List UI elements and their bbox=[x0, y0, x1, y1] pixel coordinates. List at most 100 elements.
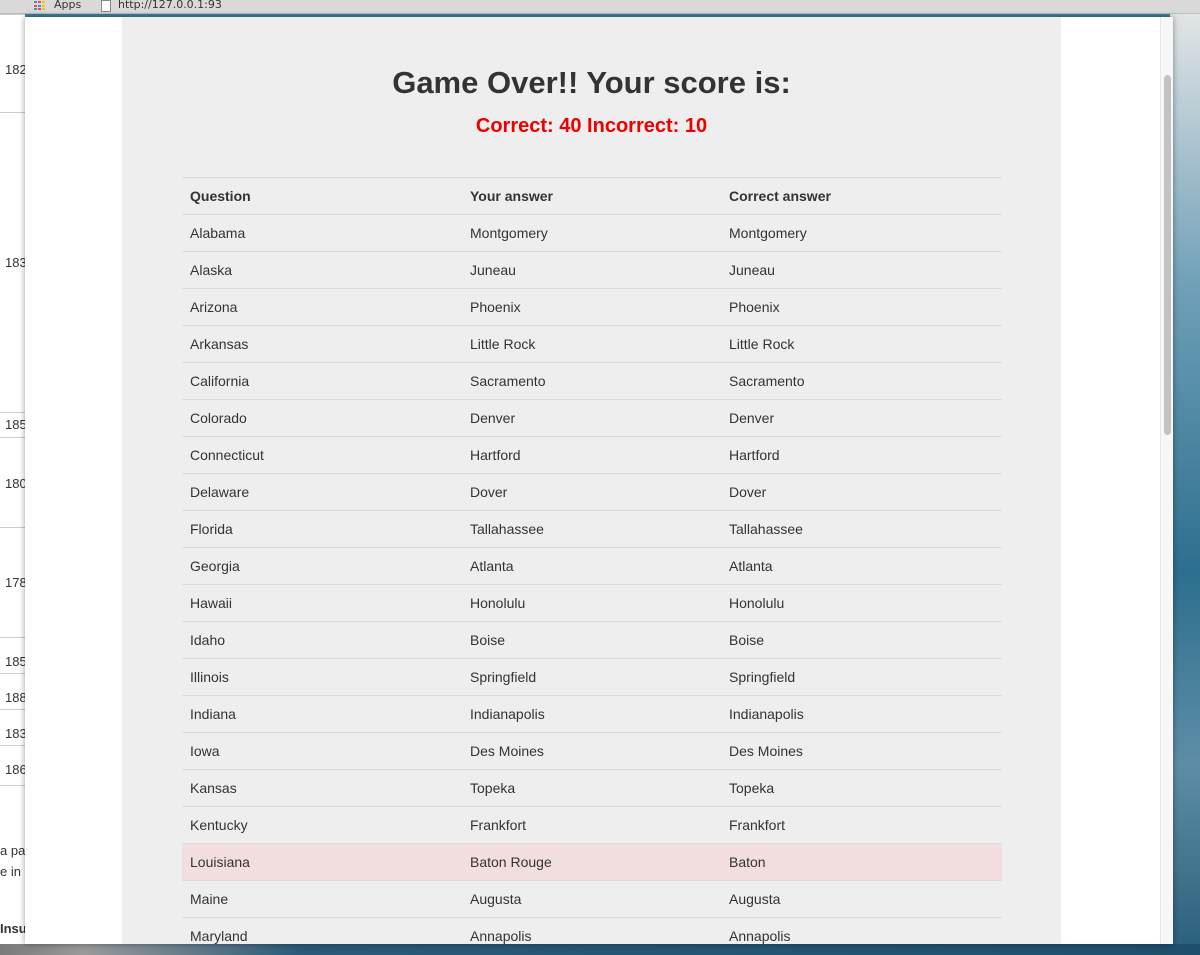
question-cell: Colorado bbox=[182, 399, 462, 437]
dock-edge bbox=[0, 944, 1200, 955]
your-answer-cell: Atlanta bbox=[462, 547, 721, 585]
table-row: Idaho Boise Boise bbox=[182, 621, 1002, 659]
background-row: 180 bbox=[0, 437, 27, 528]
background-row: 178 bbox=[0, 527, 27, 638]
question-cell: Illinois bbox=[182, 658, 462, 696]
apps-grid-icon[interactable] bbox=[34, 1, 46, 11]
your-answer-cell: Denver bbox=[462, 399, 721, 437]
table-row: Indiana Indianapolis Indianapolis bbox=[182, 695, 1002, 733]
column-header-correct-answer: Correct answer bbox=[721, 177, 1002, 215]
table-row: Louisiana Baton Rouge Baton bbox=[182, 843, 1002, 881]
correct-answer-cell: Denver bbox=[721, 399, 1002, 437]
background-row: 185 bbox=[0, 412, 27, 438]
question-cell: Alabama bbox=[182, 214, 462, 252]
table-row: Kentucky Frankfort Frankfort bbox=[182, 806, 1002, 844]
background-text: Insu bbox=[0, 921, 25, 936]
question-cell: Iowa bbox=[182, 732, 462, 770]
table-row: Connecticut Hartford Hartford bbox=[182, 436, 1002, 474]
background-text: e in bbox=[0, 864, 21, 879]
your-answer-cell: Frankfort bbox=[462, 806, 721, 844]
your-answer-cell: Annapolis bbox=[462, 917, 721, 944]
correct-answer-cell: Hartford bbox=[721, 436, 1002, 474]
scrollbar-thumb[interactable] bbox=[1164, 75, 1171, 435]
question-cell: Delaware bbox=[182, 473, 462, 511]
your-answer-cell: Des Moines bbox=[462, 732, 721, 770]
your-answer-cell: Augusta bbox=[462, 880, 721, 918]
background-row: 183 bbox=[0, 709, 27, 746]
correct-answer-cell: Indianapolis bbox=[721, 695, 1002, 733]
correct-answer-cell: Phoenix bbox=[721, 288, 1002, 326]
vertical-scrollbar[interactable] bbox=[1160, 17, 1173, 944]
your-answer-cell: Baton Rouge bbox=[462, 843, 721, 881]
question-cell: Arizona bbox=[182, 288, 462, 326]
correct-answer-cell: Boise bbox=[721, 621, 1002, 659]
table-row: Maine Augusta Augusta bbox=[182, 880, 1002, 918]
your-answer-cell: Little Rock bbox=[462, 325, 721, 363]
your-answer-cell: Boise bbox=[462, 621, 721, 659]
your-answer-cell: Indianapolis bbox=[462, 695, 721, 733]
apps-bookmark[interactable]: Apps bbox=[54, 0, 81, 11]
background-row: 185 bbox=[0, 637, 27, 674]
your-answer-cell: Springfield bbox=[462, 658, 721, 696]
game-over-modal: Game Over!! Your score is: Correct: 40 I… bbox=[25, 17, 1173, 944]
background-row: 188 bbox=[0, 673, 27, 710]
correct-answer-cell: Dover bbox=[721, 473, 1002, 511]
correct-answer-cell: Annapolis bbox=[721, 917, 1002, 944]
correct-answer-cell: Honolulu bbox=[721, 584, 1002, 622]
correct-answer-cell: Augusta bbox=[721, 880, 1002, 918]
correct-answer-cell: Montgomery bbox=[721, 214, 1002, 252]
question-cell: Alaska bbox=[182, 251, 462, 289]
correct-answer-cell: Tallahassee bbox=[721, 510, 1002, 548]
background-row bbox=[0, 785, 25, 787]
question-cell: California bbox=[182, 362, 462, 400]
your-answer-cell: Hartford bbox=[462, 436, 721, 474]
your-answer-cell: Juneau bbox=[462, 251, 721, 289]
table-row: Colorado Denver Denver bbox=[182, 399, 1002, 437]
your-answer-cell: Honolulu bbox=[462, 584, 721, 622]
table-row: Arizona Phoenix Phoenix bbox=[182, 288, 1002, 326]
your-answer-cell: Sacramento bbox=[462, 362, 721, 400]
table-row: Arkansas Little Rock Little Rock bbox=[182, 325, 1002, 363]
correct-answer-cell: Little Rock bbox=[721, 325, 1002, 363]
table-row: Alaska Juneau Juneau bbox=[182, 251, 1002, 289]
table-row: California Sacramento Sacramento bbox=[182, 362, 1002, 400]
your-answer-cell: Montgomery bbox=[462, 214, 721, 252]
column-header-question: Question bbox=[182, 177, 462, 215]
bookmarks-bar: Apps http://127.0.0.1:93 bbox=[0, 0, 1200, 14]
background-page: 182 183 185 180 178 185 188 183 186 a pa… bbox=[0, 14, 27, 944]
background-row: 183 bbox=[0, 112, 27, 413]
table-row: Alabama Montgomery Montgomery bbox=[182, 214, 1002, 252]
table-row: Illinois Springfield Springfield bbox=[182, 658, 1002, 696]
table-row: Iowa Des Moines Des Moines bbox=[182, 732, 1002, 770]
url-bookmark[interactable]: http://127.0.0.1:93 bbox=[118, 0, 222, 11]
question-cell: Idaho bbox=[182, 621, 462, 659]
correct-answer-cell: Sacramento bbox=[721, 362, 1002, 400]
column-header-your-answer: Your answer bbox=[462, 177, 721, 215]
background-text: a pa bbox=[0, 843, 25, 858]
question-cell: Maine bbox=[182, 880, 462, 918]
question-cell: Arkansas bbox=[182, 325, 462, 363]
correct-answer-cell: Baton bbox=[721, 843, 1002, 881]
correct-answer-cell: Frankfort bbox=[721, 806, 1002, 844]
question-cell: Hawaii bbox=[182, 584, 462, 622]
score-summary: Correct: 40 Incorrect: 10 bbox=[475, 115, 708, 137]
results-body: Alabama Montgomery Montgomery Alaska Juneau J… bbox=[182, 214, 1002, 944]
page-icon bbox=[101, 0, 111, 12]
results-panel: Game Over!! Your score is: Correct: 40 I… bbox=[122, 17, 1061, 944]
question-cell: Kentucky bbox=[182, 806, 462, 844]
question-cell: Maryland bbox=[182, 917, 462, 944]
question-cell: Florida bbox=[182, 510, 462, 548]
background-row: 182 bbox=[0, 14, 27, 113]
table-row: Georgia Atlanta Atlanta bbox=[182, 547, 1002, 585]
table-row: Hawaii Honolulu Honolulu bbox=[182, 584, 1002, 622]
your-answer-cell: Tallahassee bbox=[462, 510, 721, 548]
correct-answer-cell: Juneau bbox=[721, 251, 1002, 289]
background-row: 186 bbox=[0, 745, 27, 786]
results-table: Question Your answer Correct answer Alab… bbox=[182, 177, 1002, 944]
your-answer-cell: Topeka bbox=[462, 769, 721, 807]
table-row: Delaware Dover Dover bbox=[182, 473, 1002, 511]
question-cell: Kansas bbox=[182, 769, 462, 807]
question-cell: Georgia bbox=[182, 547, 462, 585]
question-cell: Indiana bbox=[182, 695, 462, 733]
correct-answer-cell: Atlanta bbox=[721, 547, 1002, 585]
